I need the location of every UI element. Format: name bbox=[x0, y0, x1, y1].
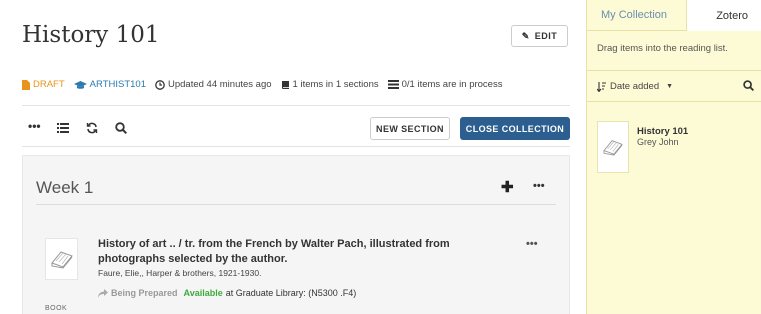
add-item-icon[interactable]: ✚ bbox=[501, 178, 514, 196]
collection-meta: DRAFT ARTHIST101 Updated 44 minutes ago … bbox=[22, 79, 511, 90]
collection-panel: History 101 ✎ EDIT DRAFT ARTHIST101 Upda… bbox=[0, 0, 586, 314]
item-status: Being Prepared Available at Graduate Lib… bbox=[98, 288, 356, 298]
item-location: at Graduate Library: (N5300 .F4) bbox=[225, 288, 357, 298]
item-more-icon[interactable]: ••• bbox=[526, 238, 538, 250]
items-count: 1 items in 1 sections bbox=[281, 79, 379, 90]
item-title[interactable]: History of art .. / tr. from the French … bbox=[98, 237, 508, 267]
book-icon bbox=[281, 80, 289, 89]
sidebar: My Collection Zotero Drag items into the… bbox=[586, 0, 761, 314]
status-badge: DRAFT bbox=[22, 79, 65, 90]
list-view-icon[interactable] bbox=[57, 123, 69, 133]
divider bbox=[22, 146, 570, 147]
search-icon[interactable] bbox=[115, 122, 127, 134]
zotero-item-author: Grey John bbox=[637, 137, 679, 147]
book-cover-icon bbox=[597, 121, 629, 173]
collection-toolbar: ••• NEW SECTION CLOSE COLLECTION bbox=[22, 114, 570, 142]
section-more-icon[interactable]: ••• bbox=[533, 180, 545, 192]
preparation-status: Being Prepared bbox=[111, 288, 178, 298]
item-byline: Faure, Elie,, Harper & brothers, 1921-19… bbox=[98, 268, 262, 278]
graduation-cap-icon bbox=[73, 80, 87, 89]
section-divider bbox=[36, 204, 556, 205]
list-icon bbox=[387, 80, 399, 89]
close-collection-button[interactable]: CLOSE COLLECTION bbox=[460, 117, 570, 140]
divider bbox=[587, 30, 686, 31]
sidebar-hint: Drag items into the reading list. bbox=[597, 43, 728, 54]
refresh-icon[interactable] bbox=[86, 122, 98, 134]
item-type: BOOK bbox=[45, 305, 68, 312]
divider bbox=[587, 70, 761, 71]
share-icon bbox=[98, 288, 108, 298]
chevron-down-icon: ▼ bbox=[666, 83, 674, 90]
page-title: History 101 bbox=[22, 22, 160, 48]
section-title[interactable]: Week 1 bbox=[36, 178, 93, 198]
sort-icon bbox=[597, 81, 606, 92]
sort-label: Date added bbox=[610, 81, 660, 92]
more-icon[interactable]: ••• bbox=[28, 119, 41, 133]
edit-button[interactable]: ✎ EDIT bbox=[511, 25, 568, 47]
sidebar-tabs: My Collection Zotero bbox=[587, 0, 761, 31]
search-icon[interactable] bbox=[743, 80, 754, 91]
tab-my-collection[interactable]: My Collection bbox=[601, 0, 667, 30]
course-code[interactable]: ARTHIST101 bbox=[73, 79, 146, 90]
divider bbox=[22, 105, 570, 106]
tab-zotero[interactable]: Zotero bbox=[686, 0, 761, 31]
file-icon bbox=[22, 79, 30, 90]
book-cover-icon bbox=[45, 238, 78, 280]
process-count: 0/1 items are in process bbox=[387, 79, 502, 90]
updated-time: Updated 44 minutes ago bbox=[155, 79, 272, 90]
clock-icon bbox=[155, 79, 165, 90]
pencil-icon: ✎ bbox=[521, 30, 530, 41]
section-card: Week 1 ✚ ••• BOOK History of art .. / tr… bbox=[22, 155, 570, 314]
divider bbox=[587, 101, 761, 102]
sort-dropdown[interactable]: Date added ▼ bbox=[597, 81, 673, 92]
zotero-item-title: History 101 bbox=[637, 126, 689, 137]
edit-label: EDIT bbox=[534, 31, 558, 41]
availability-status: Available bbox=[183, 288, 223, 298]
new-section-button[interactable]: NEW SECTION bbox=[370, 117, 450, 140]
